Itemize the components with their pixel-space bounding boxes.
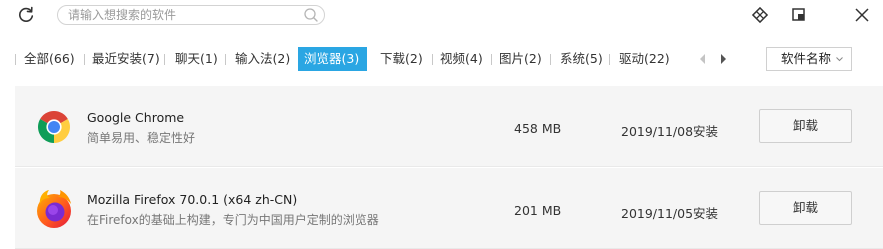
list-item: Mozilla Firefox 70.0.1 (x64 zh-CN) 在Fire… xyxy=(15,168,883,249)
app-name: Google Chrome xyxy=(87,110,185,125)
tab-separator xyxy=(609,54,610,65)
install-date: 2019/11/05安装 xyxy=(621,206,719,221)
tab-input-method[interactable]: 输入法(2) xyxy=(229,47,296,71)
refresh-icon[interactable] xyxy=(16,5,36,25)
tab-download[interactable]: 下载(2) xyxy=(374,47,429,71)
tab-video[interactable]: 视频(4) xyxy=(434,47,489,71)
sort-dropdown[interactable]: 软件名称 xyxy=(766,47,852,71)
tab-system[interactable]: 系统(5) xyxy=(554,47,609,71)
restore-window-icon[interactable] xyxy=(789,5,809,25)
chrome-icon xyxy=(37,110,71,143)
app-size: 201 MB xyxy=(514,203,562,218)
uninstall-button[interactable]: 卸载 xyxy=(759,109,852,143)
tab-separator xyxy=(164,54,165,65)
tab-separator xyxy=(432,54,433,65)
sort-label: 软件名称 xyxy=(781,51,832,66)
uninstall-button[interactable]: 卸载 xyxy=(759,191,852,225)
tab-separator xyxy=(15,54,16,65)
skin-icon[interactable] xyxy=(750,5,770,25)
tab-separator xyxy=(491,54,492,65)
search-box xyxy=(57,5,325,25)
app-description: 在Firefox的基础上构建，专门为中国用户定制的浏览器 xyxy=(87,213,379,227)
tab-all[interactable]: 全部(66) xyxy=(18,47,81,71)
search-icon[interactable] xyxy=(303,7,319,23)
chevron-down-icon xyxy=(836,57,843,62)
list-item: Google Chrome 简单易用、稳定性好 458 MB 2019/11/0… xyxy=(15,86,883,167)
tab-chat[interactable]: 聊天(1) xyxy=(169,47,224,71)
tabs-prev-icon[interactable] xyxy=(697,51,709,67)
tab-recent[interactable]: 最近安装(7) xyxy=(86,47,166,71)
app-description: 简单易用、稳定性好 xyxy=(87,131,196,145)
search-input[interactable] xyxy=(68,6,293,24)
tab-browser[interactable]: 浏览器(3) xyxy=(298,47,367,71)
tab-separator xyxy=(84,54,85,65)
top-bar xyxy=(0,0,883,36)
tab-separator xyxy=(550,54,551,65)
tab-image[interactable]: 图片(2) xyxy=(493,47,548,71)
tabs-next-icon[interactable] xyxy=(717,51,729,67)
install-date: 2019/11/08安装 xyxy=(621,124,719,139)
app-name: Mozilla Firefox 70.0.1 (x64 zh-CN) xyxy=(87,192,298,207)
tab-separator xyxy=(225,54,226,65)
firefox-icon xyxy=(37,190,71,228)
close-icon[interactable] xyxy=(852,5,872,25)
app-size: 458 MB xyxy=(514,121,562,136)
tab-driver[interactable]: 驱动(22) xyxy=(613,47,676,71)
